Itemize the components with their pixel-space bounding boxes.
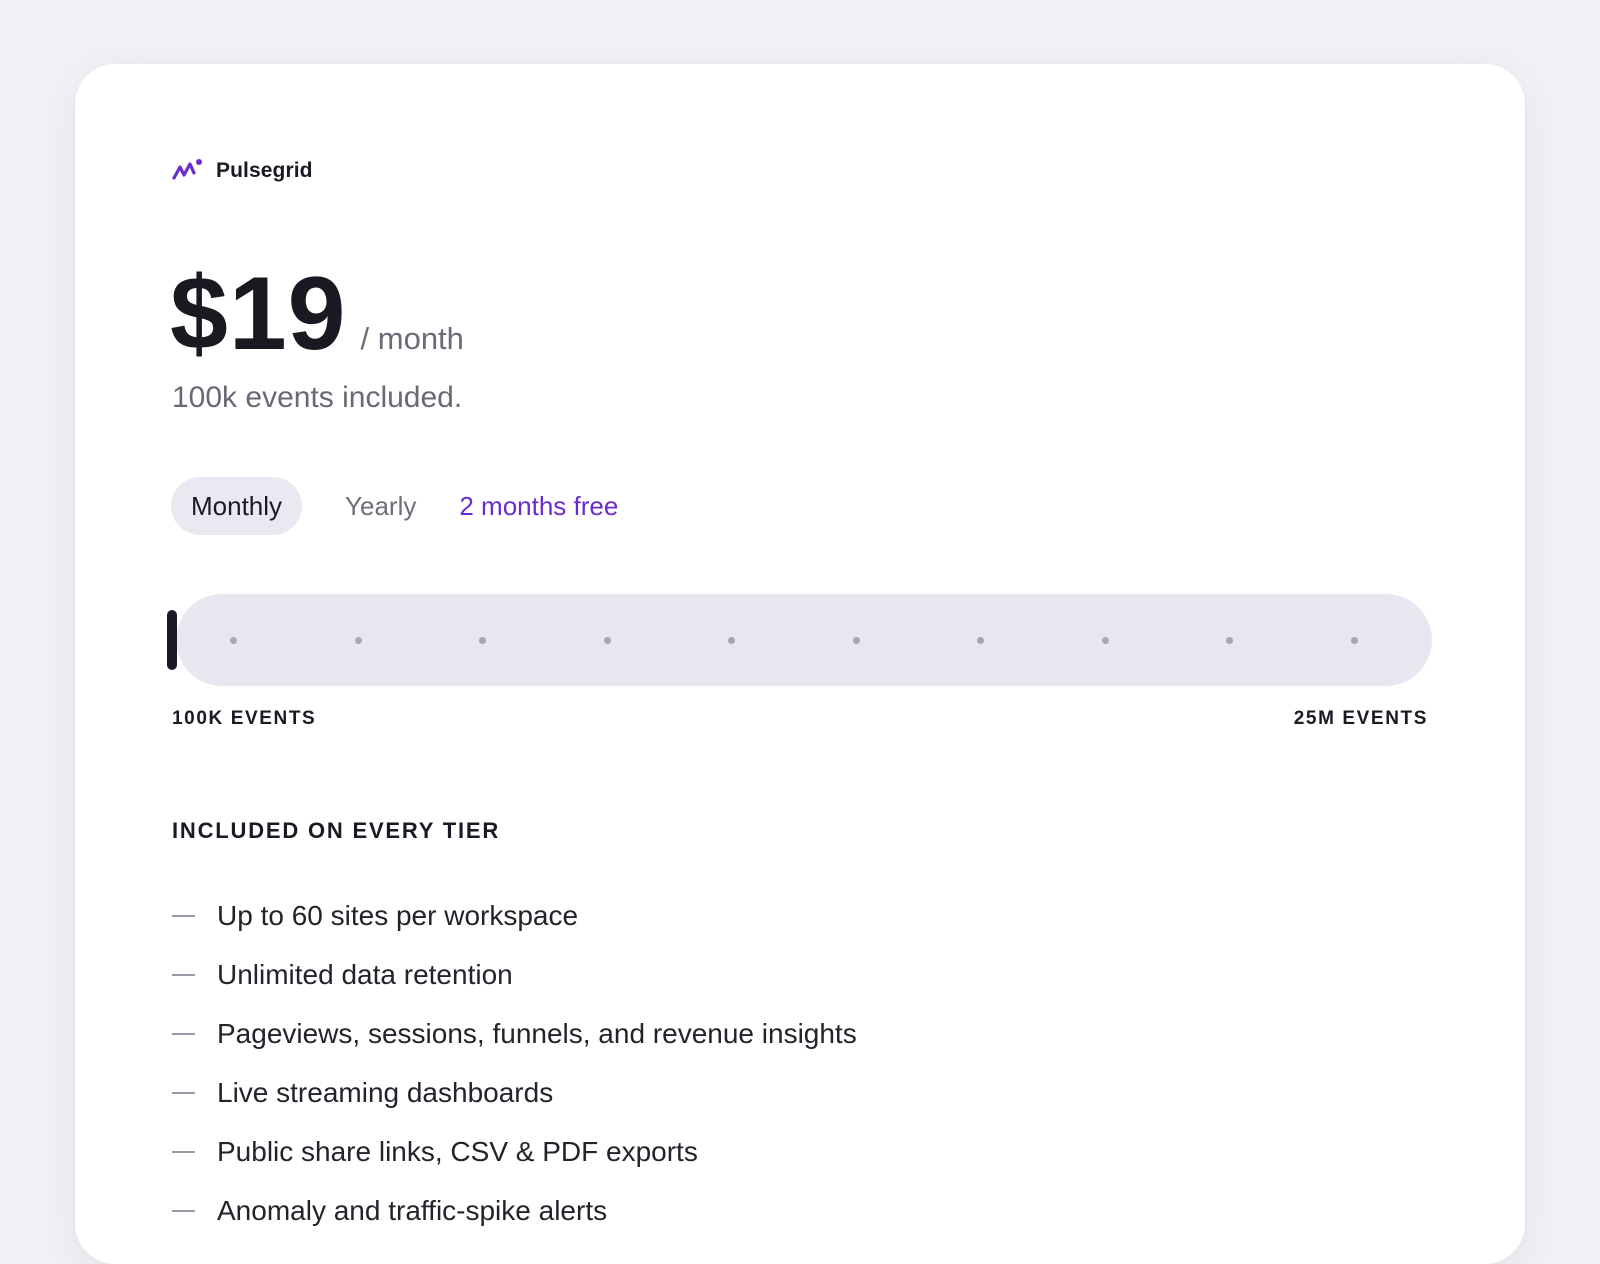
feature-text: Public share links, CSV & PDF exports [217,1135,698,1167]
feature-item: Pageviews, sessions, funnels, and revenu… [172,1004,857,1063]
feature-item: Anomaly and traffic-spike alerts [172,1181,857,1240]
events-included: 100k events included. [172,381,463,414]
dash-icon [172,1209,195,1212]
billing-monthly-button[interactable]: Monthly [171,477,303,535]
brand: Pulsegrid [172,158,313,184]
dash-icon [172,914,195,917]
slider-tick-dot [1350,637,1358,644]
feature-text: Pageviews, sessions, funnels, and revenu… [217,1017,857,1049]
feature-item: Live streaming dashboards [172,1063,857,1122]
feature-text: Live streaming dashboards [217,1076,554,1108]
features-list: Up to 60 sites per workspace Unlimited d… [172,886,857,1240]
price-row: $19 / month [170,262,464,366]
price: $19 [170,256,347,372]
feature-text: Unlimited data retention [217,958,513,990]
slider-min-label: 100K EVENTS [172,708,317,729]
slider-tick-dot [852,637,860,644]
billing-yearly-button[interactable]: Yearly [345,491,416,522]
feature-text: Anomaly and traffic-spike alerts [217,1194,608,1226]
brand-name: Pulsegrid [216,159,313,182]
slider-tick-dot [479,637,486,644]
feature-item: Up to 60 sites per workspace [172,886,857,945]
price-period: / month [360,321,464,356]
slider-tick-dot [354,637,362,644]
feature-item: Public share links, CSV & PDF exports [172,1122,857,1181]
slider-tick-dot [1101,637,1109,644]
slider-tick-dot [977,637,984,644]
slider-max-label: 25M EVENTS [1293,708,1428,729]
event-volume-slider[interactable] [176,594,1432,686]
promo-label: 2 months free [459,490,619,521]
slider-tick-dot [603,637,611,644]
features-heading: INCLUDED ON EVERY TIER [172,818,501,843]
dash-icon [172,1150,195,1153]
feature-item: Unlimited data retention [172,945,857,1004]
slider-handle[interactable] [167,610,177,670]
pricing-card: Pulsegrid $19 / month 100k events includ… [75,64,1525,1264]
dash-icon [172,1091,195,1094]
feature-text: Up to 60 sites per workspace [217,899,579,931]
pulse-icon [172,159,202,180]
slider-tick-dot [1226,637,1233,644]
dash-icon [172,1032,195,1035]
slider-tick-dot [230,637,237,644]
dash-icon [172,973,195,976]
billing-toggle: Monthly Yearly 2 months free [171,477,618,535]
slider-tick-dot [728,637,735,644]
